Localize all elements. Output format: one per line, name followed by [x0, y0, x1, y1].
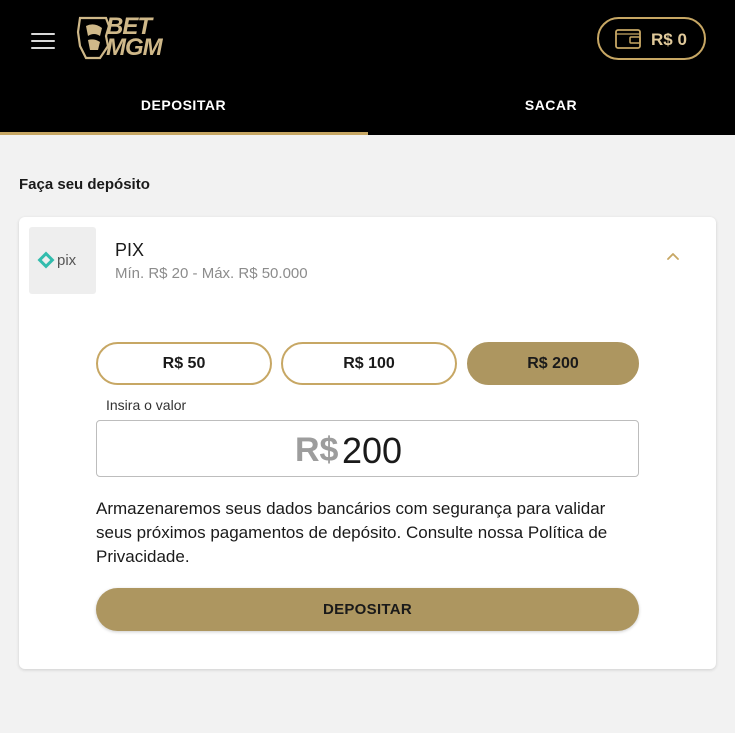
- chevron-up-icon[interactable]: [664, 249, 682, 263]
- pix-logo-text: pix: [57, 252, 77, 269]
- pix-logo: pix: [29, 227, 96, 294]
- payment-method-limits: Mín. R$ 20 - Máx. R$ 50.000: [115, 265, 308, 282]
- hamburger-menu-icon[interactable]: [27, 27, 59, 55]
- wallet-icon: [615, 29, 641, 49]
- balance-amount: R$ 0: [651, 30, 687, 49]
- deposit-card: pix PIX Mín. R$ 20 - Máx. R$ 50.000 R$ 5…: [19, 217, 716, 669]
- betmgm-logo[interactable]: BET MGM: [76, 15, 172, 62]
- pix-icon: pix: [37, 251, 77, 269]
- tab-depositar[interactable]: DEPOSITAR: [0, 80, 367, 135]
- currency-prefix: R$: [295, 431, 339, 469]
- balance-button[interactable]: R$ 0: [597, 17, 706, 60]
- amount-field[interactable]: R$: [96, 420, 639, 477]
- section-title: Faça seu depósito: [19, 176, 150, 193]
- privacy-notice: Armazenaremos seus dados bancários com s…: [96, 499, 608, 566]
- tab-sacar[interactable]: SACAR: [367, 80, 735, 135]
- amount-input[interactable]: [342, 430, 542, 472]
- quick-amount-100-button[interactable]: R$ 100: [281, 342, 457, 385]
- logo-line-2: MGM: [106, 34, 163, 61]
- payment-method-name: PIX: [115, 240, 145, 260]
- tab-bar: DEPOSITAR SACAR: [0, 80, 735, 135]
- amount-input-label: Insira o valor: [106, 397, 187, 413]
- active-tab-indicator: [0, 132, 368, 135]
- logo-wordmark: BET MGM: [106, 15, 163, 61]
- quick-amount-200-button[interactable]: R$ 200: [467, 342, 639, 385]
- deposit-submit-button[interactable]: DEPOSITAR: [96, 588, 639, 631]
- quick-amount-50-button[interactable]: R$ 50: [96, 342, 272, 385]
- top-bar: BET MGM R$ 0: [0, 0, 735, 80]
